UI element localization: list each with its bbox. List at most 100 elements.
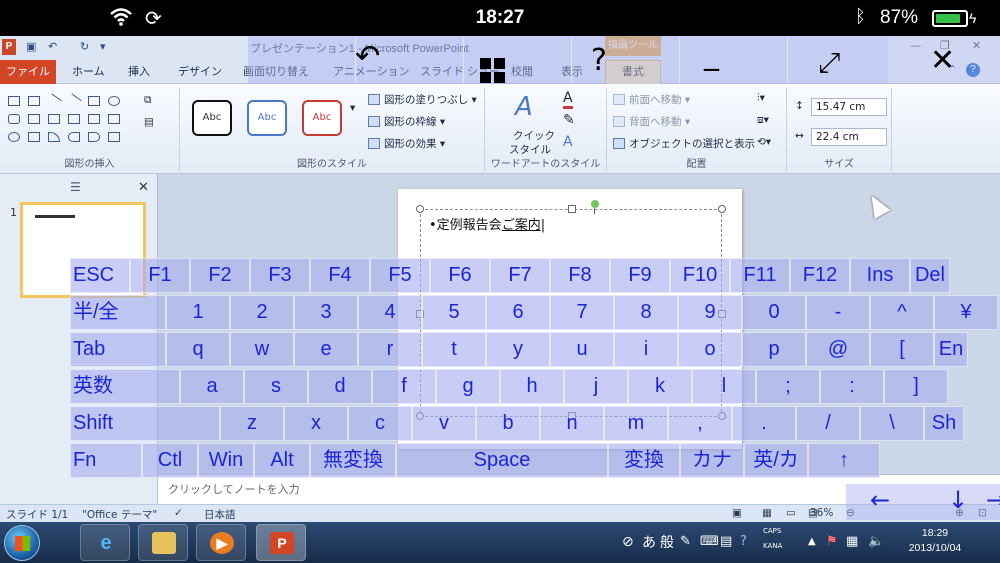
key-row1-11[interactable]: F11 [730,258,790,293]
tab-file[interactable]: ファイル [0,60,56,84]
key-row3-7[interactable]: u [550,332,614,367]
key-row2-2[interactable]: 2 [230,295,294,330]
ime-pad-icon[interactable]: ▤ [720,534,732,549]
key-row4-11[interactable]: : [820,369,884,404]
key-row6-9[interactable]: ↑ [808,443,880,478]
left-brace-shape-icon[interactable] [68,132,80,142]
show-hidden-icons[interactable]: ▲ [808,536,816,547]
key-row1-1[interactable]: F1 [130,258,190,293]
key-row4-7[interactable]: j [564,369,628,404]
key-row3-13[interactable]: En [934,332,968,367]
textbox-shape-icon[interactable] [8,96,20,106]
right-brace-shape-icon[interactable] [88,132,100,142]
key-row3-5[interactable]: t [422,332,486,367]
slides-pane-close-icon[interactable]: ✕ [138,180,149,195]
powerpoint-app-icon[interactable]: P [2,39,16,55]
key-row2-0[interactable]: 半/全 [70,295,166,330]
text-effects-icon[interactable]: A [563,134,573,150]
slide-bullet-text[interactable]: •定例報告会ご案内| [429,214,545,233]
key-row6-0[interactable]: Fn [70,443,142,478]
key-row6-6[interactable]: 変換 [608,443,680,478]
shape-effects-button[interactable]: 図形の効果 ▾ [368,136,445,151]
key-row1-4[interactable]: F4 [310,258,370,293]
textbox-vertical-shape-icon[interactable] [28,96,40,106]
key-row3-9[interactable]: o [678,332,742,367]
key-row4-2[interactable]: s [244,369,308,404]
redo-icon[interactable]: ↻ [80,40,89,53]
start-button[interactable] [4,525,40,561]
key-row4-8[interactable]: k [628,369,692,404]
key-row6-3[interactable]: Alt [254,443,310,478]
key-row5-8[interactable]: , [668,406,732,441]
tab-insert[interactable]: 挿入 [128,63,150,79]
group-objects-icon[interactable]: ⧈▾ [757,114,769,127]
key-row3-8[interactable]: i [614,332,678,367]
ime-mode[interactable]: 般 [660,532,674,552]
taskbar-media-player[interactable]: ▶ [196,524,246,561]
key-row4-6[interactable]: h [500,369,564,404]
rotation-handle[interactable] [591,200,599,208]
edit-shape-icon[interactable]: ⧉ [144,94,152,107]
key-row4-5[interactable]: g [436,369,500,404]
network-icon[interactable]: ▦ [846,534,858,549]
key-row5-4[interactable]: v [412,406,476,441]
key-row6-1[interactable]: Ctl [142,443,198,478]
tab-design[interactable]: デザイン [178,63,222,79]
key-row4-0[interactable]: 英数 [70,369,180,404]
key-row2-4[interactable]: 4 [358,295,422,330]
key-row2-6[interactable]: 6 [486,295,550,330]
ime-hiragana[interactable]: あ [642,532,656,552]
save-icon[interactable]: ▣ [26,40,36,53]
volume-icon[interactable]: 🔈 [868,534,884,549]
key-row2-12[interactable]: ^ [870,295,934,330]
key-row1-0[interactable]: ESC [70,258,130,293]
key-row2-8[interactable]: 8 [614,295,678,330]
shape-fill-button[interactable]: 図形の塗りつぶし ▾ [368,92,477,107]
ime-icon[interactable]: ⊘ [622,534,634,550]
slide-sorter-icon[interactable]: ▦ [762,507,772,519]
rounded-rect-shape-icon[interactable] [8,114,20,124]
key-row3-11[interactable]: @ [806,332,870,367]
key-row5-7[interactable]: m [604,406,668,441]
key-row4-4[interactable]: f [372,369,436,404]
oval-shape-icon[interactable] [108,96,120,106]
key-right[interactable]: → [986,486,1000,514]
curve-shape-icon[interactable] [28,132,40,142]
key-row2-13[interactable]: ¥ [934,295,998,330]
star-shape-icon[interactable] [108,132,120,142]
line-shape-icon[interactable] [46,93,62,109]
shape-style-red[interactable]: Abc [302,100,342,136]
shape-width-input[interactable]: 22.4 cm [811,128,887,146]
key-row1-9[interactable]: F9 [610,258,670,293]
key-row3-0[interactable]: Tab [70,332,166,367]
reading-view-icon[interactable]: ▭ [786,507,796,519]
key-row6-4[interactable]: 無変換 [310,443,396,478]
ime-help-icon[interactable]: ? [740,534,747,549]
arc-shape-icon[interactable] [48,132,60,142]
key-down[interactable]: ↓ [948,486,968,514]
key-row3-12[interactable]: [ [870,332,934,367]
taskbar-powerpoint[interactable]: P [256,524,306,561]
quick-styles-label-1[interactable]: クイック [513,128,555,143]
key-row1-5[interactable]: F5 [370,258,430,293]
key-row2-3[interactable]: 3 [294,295,358,330]
align-icon[interactable]: ⫶▾ [757,92,765,105]
resize-handle[interactable] [416,205,424,213]
key-row2-1[interactable]: 1 [166,295,230,330]
shape-outline-button[interactable]: 図形の枠線 ▾ [368,114,445,129]
key-row1-8[interactable]: F8 [550,258,610,293]
key-row6-7[interactable]: カナ [680,443,744,478]
arrow-line-shape-icon[interactable] [66,93,82,109]
key-left[interactable]: ← [870,486,890,514]
ime-dictionary-icon[interactable]: ⌨ [700,534,719,549]
key-row1-10[interactable]: F10 [670,258,730,293]
key-row5-5[interactable]: b [476,406,540,441]
key-row6-8[interactable]: 英/カ [744,443,808,478]
key-row1-7[interactable]: F7 [490,258,550,293]
arrow-box-shape-icon[interactable] [88,114,100,124]
lightning-shape-icon[interactable] [8,132,20,142]
key-row4-1[interactable]: a [180,369,244,404]
key-row5-6[interactable]: n [540,406,604,441]
key-row1-14[interactable]: Del [910,258,950,293]
key-row2-5[interactable]: 5 [422,295,486,330]
